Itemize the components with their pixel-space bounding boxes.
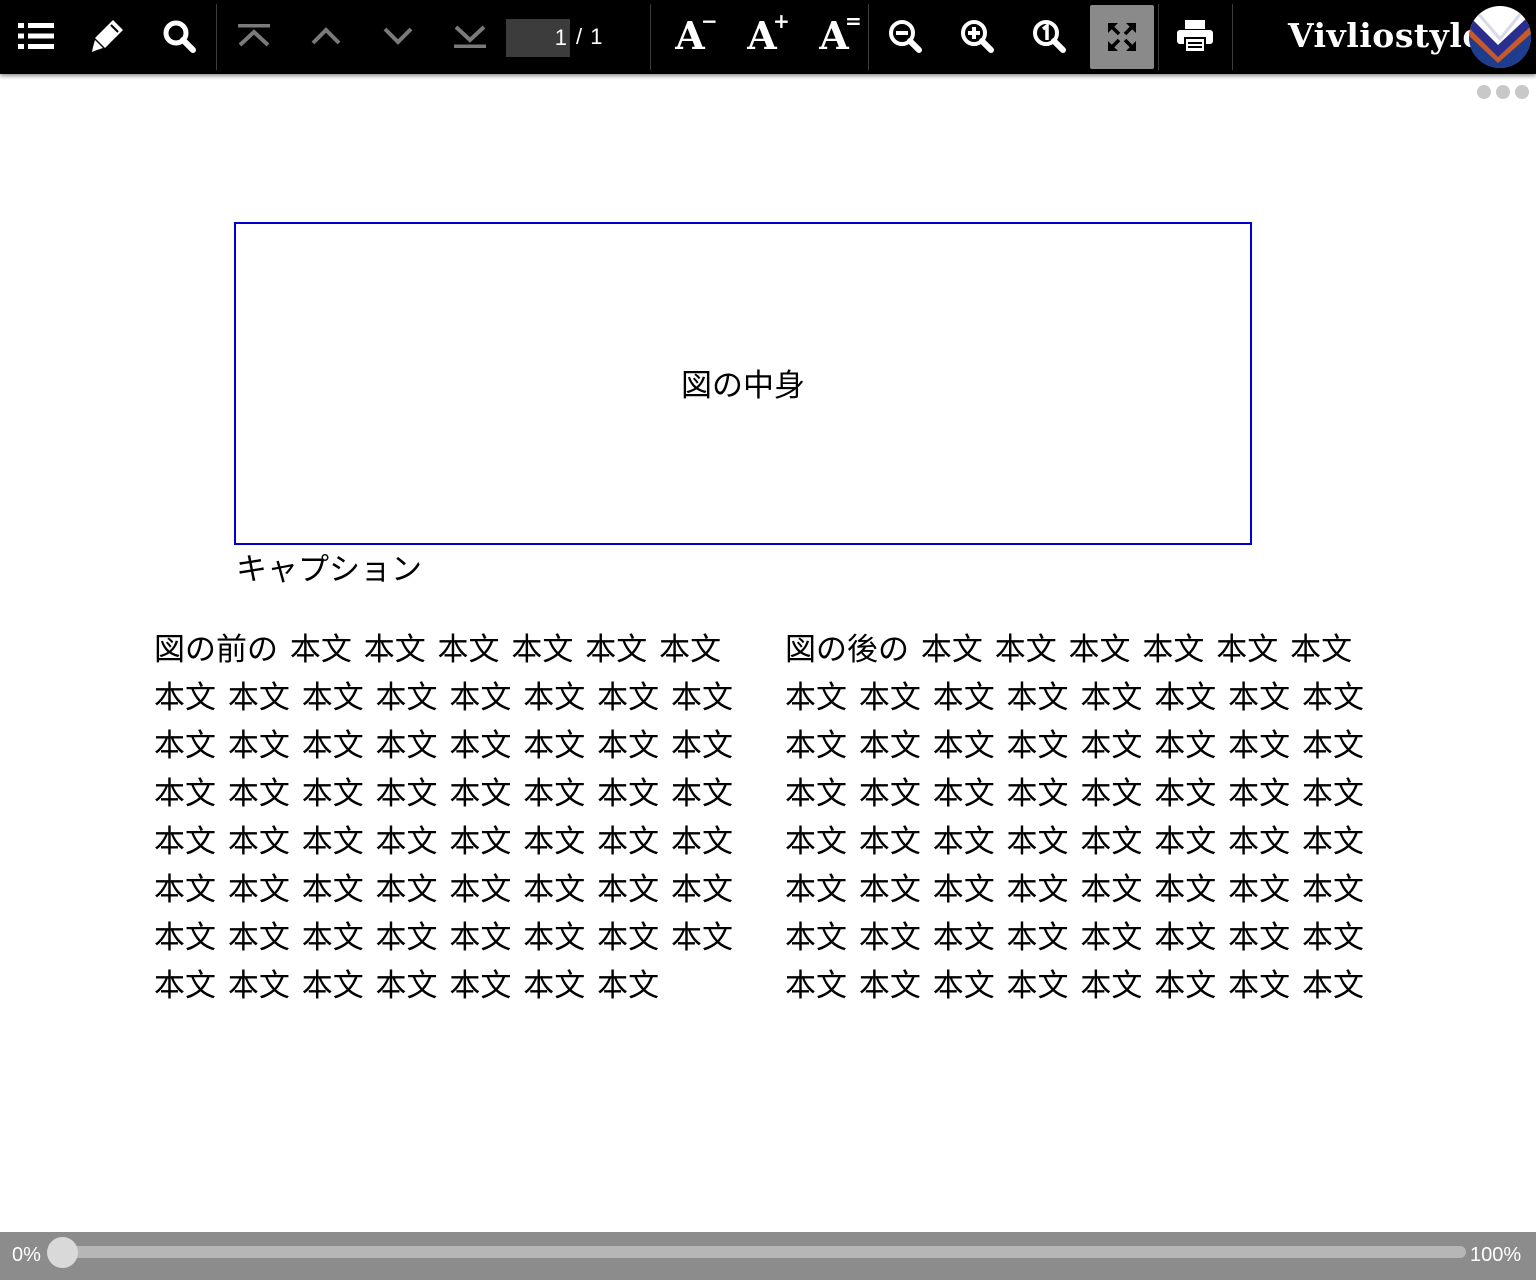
font-size-reset-button[interactable]: A = <box>801 3 867 69</box>
font-size-decrease-button[interactable]: A − <box>657 3 723 69</box>
toolbar-separator <box>1232 4 1233 70</box>
print-button[interactable] <box>1162 3 1228 69</box>
toolbar-separator <box>868 4 869 70</box>
zoom-out-icon <box>889 20 922 53</box>
toc-button[interactable] <box>3 3 69 69</box>
zoom-in-button[interactable] <box>944 3 1010 69</box>
previous-page-button[interactable] <box>293 3 359 69</box>
next-page-button[interactable] <box>365 3 431 69</box>
body-column-left: 図の前の 本文 本文 本文 本文 本文 本文 本文 本文 本文 本文 本文 本文… <box>154 632 733 1004</box>
progress-track[interactable] <box>48 1246 1466 1258</box>
print-icon <box>1177 20 1213 52</box>
previous-page-icon <box>311 27 341 45</box>
figure-caption: キャプション <box>236 552 422 588</box>
toolbar-separator <box>216 4 217 70</box>
progress-start-label: 0% <box>12 1244 41 1266</box>
zoom-actual-size-button[interactable] <box>1016 3 1082 69</box>
more-options-icon[interactable] <box>1476 84 1532 100</box>
font-decrease-icon: A − <box>675 9 718 58</box>
vivliostyle-logo <box>1469 6 1531 68</box>
zoom-actual-size-icon <box>1033 20 1066 53</box>
figure-content: 図の中身 <box>681 368 805 404</box>
list-icon <box>18 23 54 49</box>
fit-to-screen-icon <box>1108 23 1136 51</box>
toolbar-separator <box>1158 4 1159 70</box>
page-number-input[interactable] <box>506 19 570 57</box>
toolbar-separator <box>650 4 651 70</box>
progress-end-label: 100% <box>1470 1244 1522 1266</box>
highlighter-pen-icon <box>92 20 123 52</box>
search-icon <box>163 20 196 53</box>
page-total-label: / 1 <box>576 24 604 49</box>
marker-button[interactable] <box>74 3 140 69</box>
first-page-icon <box>238 24 270 47</box>
zoom-in-icon <box>961 20 994 53</box>
zoom-out-button[interactable] <box>872 3 938 69</box>
font-size-increase-button[interactable]: A + <box>729 3 795 69</box>
next-page-icon <box>383 27 413 45</box>
fit-to-screen-button[interactable] <box>1090 5 1154 69</box>
brand-name: Vivliostyle <box>1288 16 1484 55</box>
progress-thumb[interactable] <box>47 1237 78 1268</box>
last-page-button[interactable] <box>437 3 503 69</box>
viewer-toolbar: / 1 A− A+ A= <box>0 0 1536 74</box>
font-increase-icon: A + <box>747 9 790 58</box>
font-reset-icon: A = <box>819 9 862 58</box>
first-page-button[interactable] <box>221 3 287 69</box>
figure-box: 図の中身 <box>234 222 1252 545</box>
last-page-icon <box>454 25 486 48</box>
search-button[interactable] <box>146 3 212 69</box>
body-column-right: 図の後の 本文 本文 本文 本文 本文 本文 本文 本文 本文 本文 本文 本文… <box>785 632 1364 1004</box>
